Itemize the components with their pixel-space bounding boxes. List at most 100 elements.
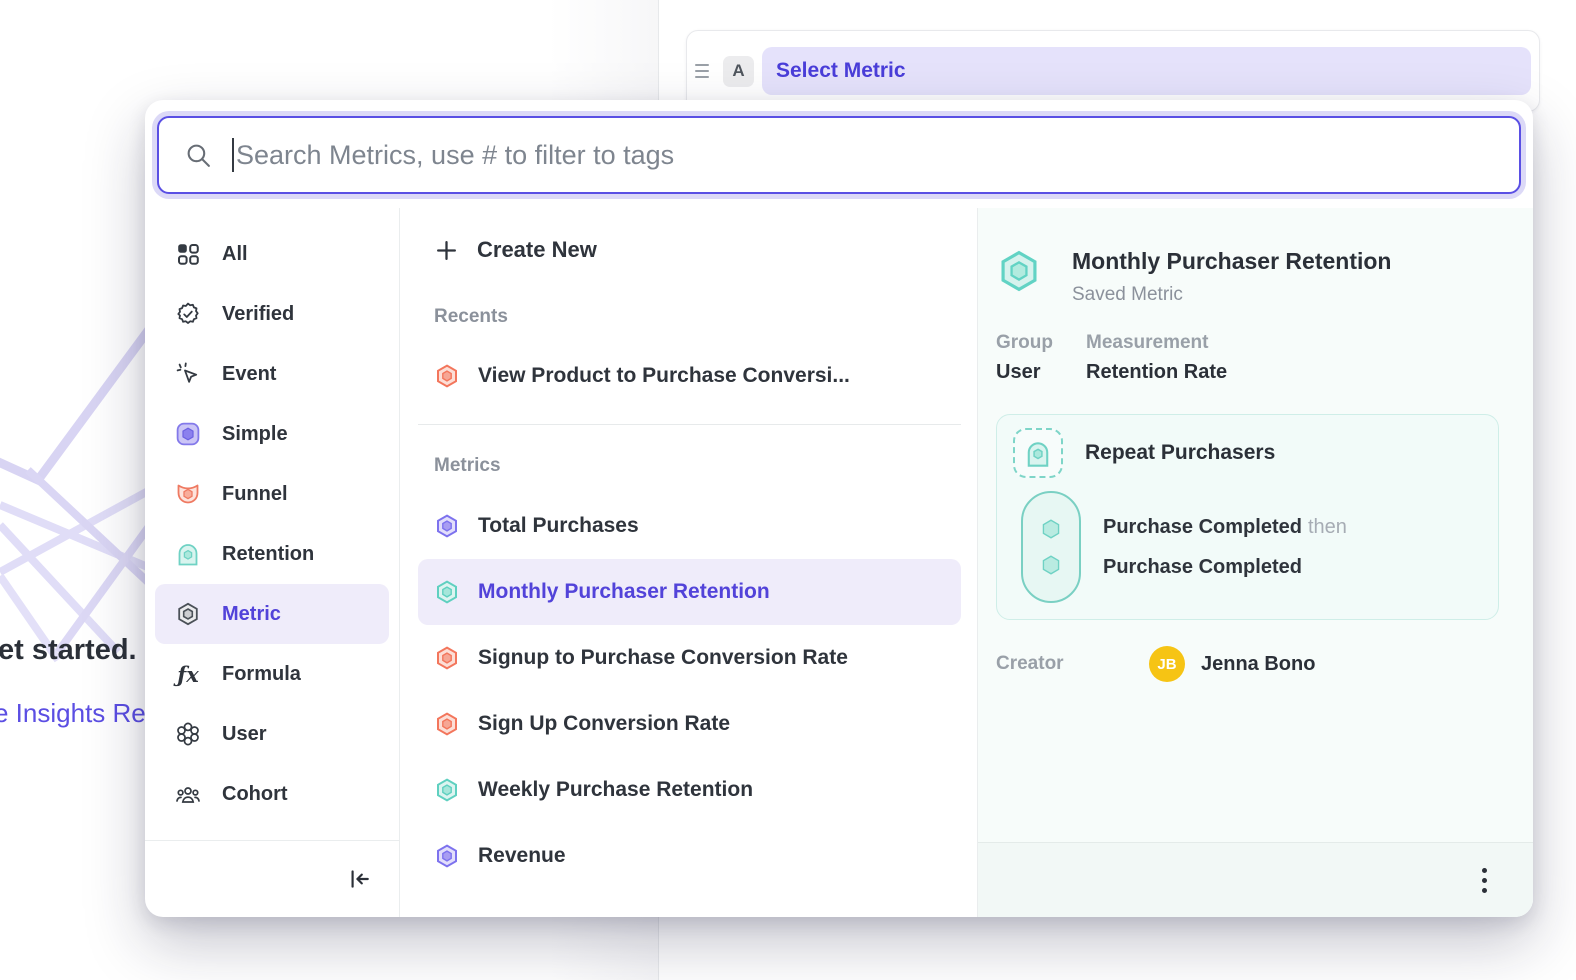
retention-metric-icon <box>434 777 460 803</box>
creator-avatar: JB <box>1149 646 1185 682</box>
funnel-metric-icon <box>434 711 460 737</box>
metric-letter-badge: A <box>723 56 754 87</box>
retention-metric-icon-large <box>996 248 1042 294</box>
filter-list: All Verified <box>145 208 399 840</box>
sidebar-item-funnel[interactable]: Funnel <box>155 464 389 524</box>
behavior-icon <box>1013 428 1063 478</box>
metric-list-panel: Create New Recents View Product to Purch… <box>400 208 978 917</box>
more-options-icon[interactable] <box>1476 862 1493 899</box>
grid-icon <box>175 241 201 267</box>
simple-metric-icon <box>175 421 201 447</box>
recents-header: Recents <box>434 306 961 328</box>
filter-sidebar: All Verified <box>145 208 400 917</box>
search-icon <box>185 142 212 169</box>
metric-hexagon-icon <box>175 601 201 627</box>
formula-icon: ƒx <box>175 661 201 687</box>
text-caret <box>232 138 234 172</box>
sidebar-footer <box>145 840 399 917</box>
sidebar-item-label: Metric <box>222 603 281 626</box>
insights-report-link-fragment[interactable]: e Insights Re <box>0 698 146 729</box>
select-metric-button[interactable]: Select Metric <box>762 47 1531 95</box>
create-new-label: Create New <box>477 237 597 263</box>
cursor-click-icon <box>175 361 201 387</box>
recent-item-label: View Product to Purchase Conversi... <box>478 364 850 388</box>
metric-picker-modal: All Verified <box>145 100 1533 917</box>
sidebar-item-label: Formula <box>222 663 301 686</box>
step-sequence-capsule <box>1021 491 1081 603</box>
sidebar-item-simple[interactable]: Simple <box>155 404 389 464</box>
step-list: Purchase Completedthen Purchase Complete… <box>1103 491 1347 603</box>
metric-item-monthly-purchaser-retention[interactable]: Monthly Purchaser Retention <box>418 559 961 625</box>
sidebar-item-label: User <box>222 723 266 746</box>
detail-footer <box>978 842 1533 917</box>
sidebar-item-label: Verified <box>222 303 294 326</box>
metric-item-label: Total Purchases <box>478 514 639 538</box>
collapse-left-icon[interactable] <box>345 866 371 892</box>
sidebar-item-user[interactable]: User <box>155 704 389 764</box>
sidebar-item-verified[interactable]: Verified <box>155 284 389 344</box>
search-area <box>145 100 1533 208</box>
drag-handle-icon[interactable] <box>695 60 717 82</box>
simple-metric-icon <box>434 513 460 539</box>
step-1-event: Purchase Completed <box>1103 516 1302 538</box>
search-input[interactable] <box>236 140 1509 171</box>
sidebar-item-label: All <box>222 243 248 266</box>
metric-item-signup-to-purchase-conversion-rate[interactable]: Signup to Purchase Conversion Rate <box>418 625 961 691</box>
recent-item[interactable]: View Product to Purchase Conversi... <box>418 344 961 408</box>
funnel-icon <box>175 481 201 507</box>
step-2-event: Purchase Completed <box>1103 556 1302 578</box>
decorative-chart-lines <box>0 320 152 680</box>
behavior-card-title: Repeat Purchasers <box>1085 441 1275 465</box>
select-metric-label: Select Metric <box>776 59 906 83</box>
creator-name: Jenna Bono <box>1201 653 1315 676</box>
sidebar-item-event[interactable]: Event <box>155 344 389 404</box>
detail-subtitle: Saved Metric <box>1072 284 1391 306</box>
sidebar-item-label: Funnel <box>222 483 288 506</box>
sidebar-item-formula[interactable]: ƒx Formula <box>155 644 389 704</box>
metric-item-label: Weekly Purchase Retention <box>478 778 753 802</box>
sidebar-item-label: Retention <box>222 543 314 566</box>
sidebar-item-label: Simple <box>222 423 288 446</box>
metrics-header: Metrics <box>434 455 961 477</box>
group-meta: Group User <box>996 332 1062 384</box>
creator-row: Creator JB Jenna Bono <box>996 646 1511 682</box>
behavior-card-header: Repeat Purchasers <box>1013 428 1482 478</box>
sidebar-item-cohort[interactable]: Cohort <box>155 764 389 824</box>
step-1: Purchase Completedthen <box>1103 516 1347 539</box>
metric-item-weekly-purchase-retention[interactable]: Weekly Purchase Retention <box>418 757 961 823</box>
search-box[interactable] <box>157 116 1521 194</box>
sidebar-item-label: Cohort <box>222 783 288 806</box>
detail-content: Monthly Purchaser Retention Saved Metric… <box>978 208 1533 842</box>
metric-item-label: Signup to Purchase Conversion Rate <box>478 646 848 670</box>
verified-badge-icon <box>175 301 201 327</box>
step-2: Purchase Completed <box>1103 556 1347 579</box>
sidebar-item-metric[interactable]: Metric <box>155 584 389 644</box>
group-value: User <box>996 361 1062 384</box>
measurement-value: Retention Rate <box>1086 361 1227 384</box>
metric-item-revenue[interactable]: Revenue <box>418 823 961 889</box>
metric-item-sign-up-conversion-rate[interactable]: Sign Up Conversion Rate <box>418 691 961 757</box>
detail-header: Monthly Purchaser Retention Saved Metric <box>996 248 1511 306</box>
funnel-metric-icon <box>434 645 460 671</box>
sidebar-item-all[interactable]: All <box>155 224 389 284</box>
behavior-card-body: Purchase Completedthen Purchase Complete… <box>1013 491 1482 603</box>
modal-body: All Verified <box>145 208 1533 917</box>
step-hexagon-icon <box>1039 517 1063 541</box>
group-label: Group <box>996 332 1062 354</box>
retention-metric-icon <box>434 579 460 605</box>
create-new-button[interactable]: Create New <box>418 218 961 282</box>
simple-metric-icon <box>434 843 460 869</box>
measurement-label: Measurement <box>1086 332 1227 354</box>
creator-label: Creator <box>996 653 1149 675</box>
funnel-metric-icon <box>434 363 460 389</box>
plus-icon <box>434 238 459 263</box>
user-cluster-icon <box>175 721 201 747</box>
list-divider <box>418 424 961 425</box>
step-hexagon-icon <box>1039 553 1063 577</box>
metric-detail-panel: Monthly Purchaser Retention Saved Metric… <box>978 208 1533 917</box>
behavior-card: Repeat Purchasers Purchase Completedthen… <box>996 414 1499 620</box>
sidebar-item-retention[interactable]: Retention <box>155 524 389 584</box>
metric-item-total-purchases[interactable]: Total Purchases <box>418 493 961 559</box>
detail-meta: Group User Measurement Retention Rate <box>996 332 1511 384</box>
cohort-people-icon <box>175 781 201 807</box>
